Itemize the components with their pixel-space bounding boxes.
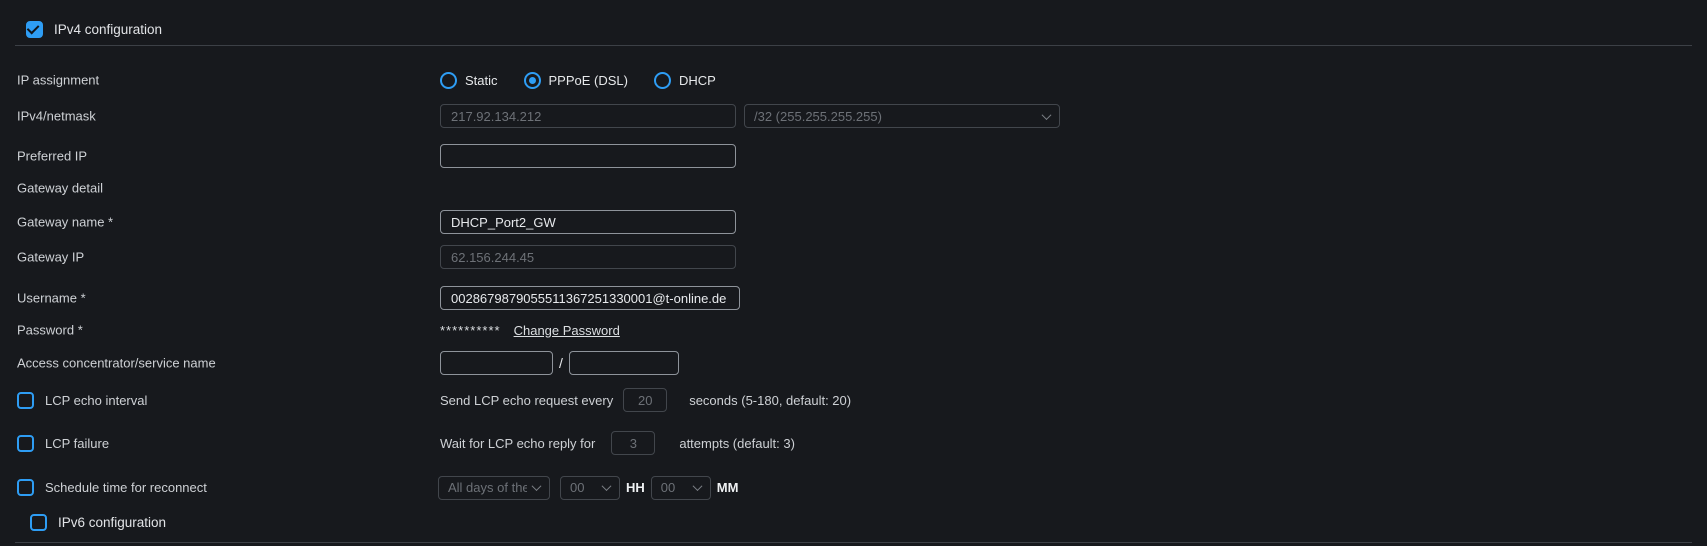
schedule-day-select: All days of the w: [438, 476, 550, 500]
hh-unit-label: HH: [626, 480, 645, 495]
mm-unit-label: MM: [717, 480, 739, 495]
dhcp-radio-icon[interactable]: [654, 72, 671, 89]
preferred-ip-row: Preferred IP: [0, 144, 1707, 168]
ipv6-section-row: IPv6 configuration: [0, 511, 1707, 533]
pppoe-radio-icon[interactable]: [524, 72, 541, 89]
ipv4-address-input: [440, 104, 736, 128]
ip-assignment-row: IP assignment Static PPPoE (DSL) DHCP: [0, 69, 1707, 91]
lcp-echo-text-before: Send LCP echo request every: [440, 393, 613, 408]
gateway-detail-row: Gateway detail: [0, 180, 1707, 196]
gateway-detail-label: Gateway detail: [17, 181, 103, 196]
access-concentrator-label: Access concentrator/service name: [17, 356, 216, 371]
lcp-echo-seconds-input: [623, 388, 667, 412]
access-concentrator-row: Access concentrator/service name /: [0, 351, 1707, 375]
password-label: Password *: [17, 323, 83, 338]
password-masked-value: **********: [440, 323, 501, 338]
lcp-echo-text-after: seconds (5-180, default: 20): [689, 393, 851, 408]
chevron-down-icon: [602, 481, 612, 491]
ip-assignment-radio-group: Static PPPoE (DSL) DHCP: [440, 72, 716, 89]
ip-assignment-label: IP assignment: [17, 73, 99, 88]
chevron-down-icon: [1042, 110, 1052, 120]
gateway-name-row: Gateway name *: [0, 210, 1707, 234]
password-row: Password * ********** Change Password: [0, 321, 1707, 339]
lcp-failure-row: LCP failure Wait for LCP echo reply for …: [0, 431, 1707, 455]
divider: [15, 45, 1692, 46]
radio-option-dhcp[interactable]: DHCP: [654, 72, 716, 89]
schedule-reconnect-row: Schedule time for reconnect All days of …: [0, 475, 1707, 500]
username-label: Username *: [17, 291, 86, 306]
gateway-ip-label: Gateway IP: [17, 250, 84, 265]
lcp-failure-attempts-input: [611, 431, 655, 455]
netmask-select: /32 (255.255.255.255): [744, 104, 1060, 128]
access-concentrator-input[interactable]: [440, 351, 553, 375]
ipv4-section-row: IPv4 configuration: [0, 18, 1707, 40]
gateway-name-input[interactable]: [440, 210, 736, 234]
gateway-ip-row: Gateway IP: [0, 245, 1707, 269]
separator-slash: /: [559, 355, 563, 371]
schedule-mm-select: 00: [651, 476, 711, 500]
ipv4-netmask-label: IPv4/netmask: [17, 109, 96, 124]
change-password-link[interactable]: Change Password: [514, 323, 620, 338]
radio-option-static[interactable]: Static: [440, 72, 498, 89]
schedule-reconnect-checkbox[interactable]: [17, 479, 34, 496]
preferred-ip-input[interactable]: [440, 144, 736, 168]
lcp-echo-interval-checkbox[interactable]: [17, 392, 34, 409]
ipv6-configuration-checkbox[interactable]: [30, 514, 47, 531]
service-name-input[interactable]: [569, 351, 679, 375]
schedule-reconnect-label: Schedule time for reconnect: [45, 480, 207, 495]
ipv6-configuration-label: IPv6 configuration: [58, 515, 166, 530]
static-radio-icon[interactable]: [440, 72, 457, 89]
gateway-ip-input: [440, 245, 736, 269]
schedule-hh-select: 00: [560, 476, 620, 500]
ipv4-netmask-row: IPv4/netmask /32 (255.255.255.255): [0, 104, 1707, 128]
radio-option-pppoe[interactable]: PPPoE (DSL): [524, 72, 628, 89]
ipv4-configuration-label: IPv4 configuration: [54, 22, 162, 37]
lcp-failure-checkbox[interactable]: [17, 435, 34, 452]
chevron-down-icon: [532, 481, 542, 491]
lcp-failure-label: LCP failure: [45, 436, 109, 451]
gateway-name-label: Gateway name *: [17, 215, 113, 230]
lcp-failure-text-after: attempts (default: 3): [679, 436, 795, 451]
preferred-ip-label: Preferred IP: [17, 149, 87, 164]
lcp-failure-text-before: Wait for LCP echo reply for: [440, 436, 595, 451]
ipv4-configuration-checkbox[interactable]: [26, 21, 43, 38]
username-row: Username *: [0, 286, 1707, 310]
username-input[interactable]: [440, 286, 740, 310]
lcp-echo-interval-label: LCP echo interval: [45, 393, 147, 408]
pppoe-configuration-panel: IPv4 configuration IP assignment Static …: [0, 0, 1707, 546]
lcp-echo-interval-row: LCP echo interval Send LCP echo request …: [0, 388, 1707, 412]
chevron-down-icon: [692, 481, 702, 491]
divider: [15, 542, 1692, 543]
